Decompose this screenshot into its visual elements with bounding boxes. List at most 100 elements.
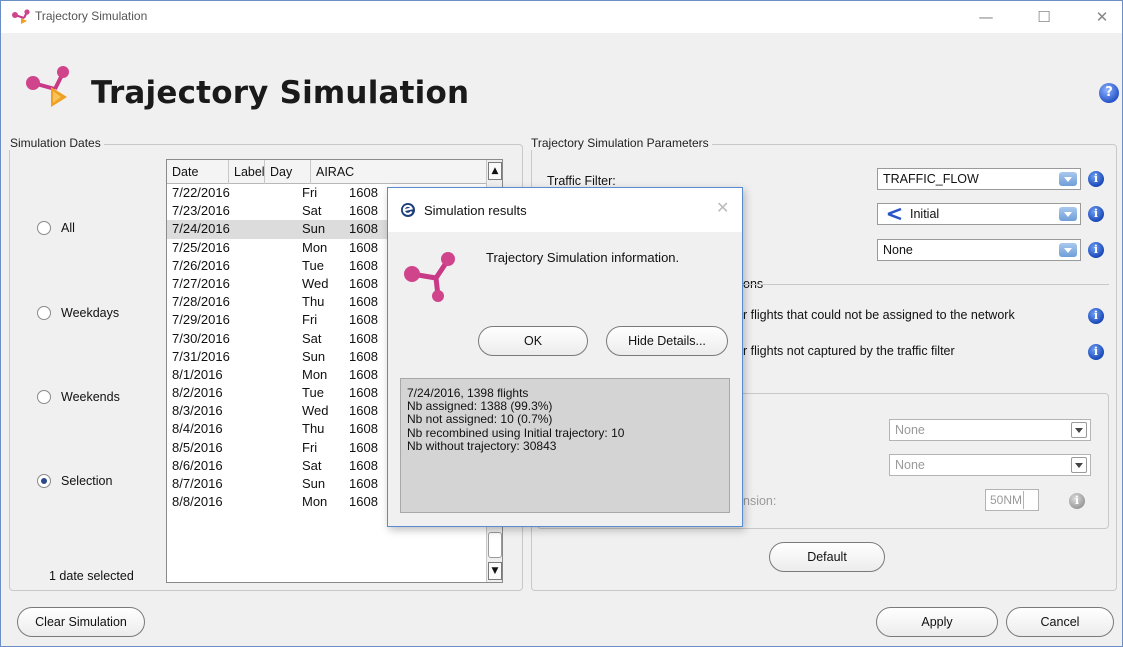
trajectory-icon: [887, 207, 902, 221]
radio-all-button[interactable]: [37, 221, 51, 235]
chevron-down-icon[interactable]: [1059, 243, 1077, 257]
table-cell-airac: 1608: [349, 221, 378, 237]
dimension-spinner[interactable]: 50NM: [985, 489, 1039, 511]
details-line: Nb not assigned: 10 (0.7%): [407, 412, 553, 427]
column-header-label[interactable]: Label: [229, 160, 265, 184]
ok-button[interactable]: OK: [478, 326, 588, 356]
table-cell-date: 8/3/2016: [172, 403, 223, 419]
table-cell-date: 8/2/2016: [172, 385, 223, 401]
radio-all[interactable]: All: [37, 219, 75, 237]
details-line: Nb without trajectory: 30843: [407, 438, 557, 453]
table-cell-day: Mon: [302, 366, 328, 382]
table-cell-day: Wed: [302, 275, 329, 291]
table-cell-day: Sat: [302, 457, 322, 473]
table-cell-airac: 1608: [349, 366, 378, 382]
radio-weekdays-button[interactable]: [37, 306, 51, 320]
radio-weekends-label: Weekends: [61, 390, 120, 404]
traffic-filter-select[interactable]: TRAFFIC_FLOW: [877, 168, 1081, 190]
table-cell-airac: 1608: [349, 294, 378, 310]
table-cell-airac: 1608: [349, 421, 378, 437]
table-cell-date: 8/6/2016: [172, 457, 223, 473]
maximize-button[interactable]: ☐: [1021, 5, 1067, 29]
dimension-value: 50NM: [990, 493, 1023, 507]
table-cell-date: 8/1/2016: [172, 366, 223, 382]
scroll-thumb[interactable]: [488, 532, 502, 558]
table-cell-date: 7/27/2016: [172, 275, 230, 291]
radio-selection[interactable]: Selection: [37, 472, 112, 490]
table-cell-airac: 1608: [349, 457, 378, 473]
third-parameter-select[interactable]: None: [877, 239, 1081, 261]
info-icon[interactable]: i: [1088, 206, 1104, 222]
table-cell-day: Mon: [302, 494, 328, 510]
scroll-down-icon[interactable]: ▼: [488, 562, 502, 580]
column-header-date[interactable]: Date: [167, 160, 229, 184]
table-cell-day: Thu: [302, 294, 325, 310]
table-cell-airac: 1608: [349, 476, 378, 491]
hide-details-button[interactable]: Hide Details...: [606, 326, 728, 356]
disabled-select-2[interactable]: None: [889, 454, 1091, 476]
dialog-title-bar[interactable]: Simulation results ✕: [388, 188, 742, 232]
table-cell-day: Fri: [302, 312, 318, 328]
options-divider: [743, 284, 1109, 285]
table-cell-airac: 1608: [349, 312, 378, 328]
column-header-day[interactable]: Day: [265, 160, 311, 184]
info-icon[interactable]: i: [1088, 308, 1104, 324]
table-cell-date: 7/31/2016: [172, 348, 230, 364]
table-cell-date: 8/8/2016: [172, 494, 223, 510]
table-header: Date Label Day AIRAC: [167, 160, 487, 184]
unassigned-flights-option[interactable]: r flights that could not be assigned to …: [743, 308, 1015, 322]
disabled-select-2-value: None: [895, 458, 925, 472]
trajectory-type-select[interactable]: Initial: [877, 203, 1081, 225]
scroll-up-icon[interactable]: ▲: [488, 162, 502, 180]
details-panel: 7/24/2016, 1398 flights Nb assigned: 138…: [400, 378, 730, 513]
dimension-label: nsion:: [743, 494, 777, 508]
dialog-message: Trajectory Simulation information.: [486, 250, 680, 265]
simulation-results-dialog: Simulation results ✕ Trajectory Simulati…: [387, 187, 743, 527]
help-icon[interactable]: ?: [1099, 83, 1119, 103]
table-cell-airac: 1608: [349, 257, 378, 273]
table-cell-date: 7/28/2016: [172, 294, 230, 310]
table-cell-date: 7/25/2016: [172, 239, 230, 255]
title-bar: Trajectory Simulation — ☐ ✕: [1, 1, 1122, 33]
dialog-close-icon[interactable]: ✕: [716, 198, 729, 217]
table-cell-airac: 1608: [349, 348, 378, 364]
chevron-down-icon[interactable]: [1059, 207, 1077, 221]
chevron-down-icon[interactable]: [1071, 457, 1087, 473]
info-icon[interactable]: i: [1088, 171, 1104, 187]
radio-weekdays[interactable]: Weekdays: [37, 304, 119, 322]
info-icon[interactable]: i: [1069, 493, 1085, 509]
radio-weekends-button[interactable]: [37, 390, 51, 404]
uncaptured-flights-option[interactable]: r flights not captured by the traffic fi…: [743, 344, 955, 358]
table-cell-date: 7/29/2016: [172, 312, 230, 328]
info-icon[interactable]: i: [1088, 344, 1104, 360]
table-cell-day: Sun: [302, 221, 326, 237]
table-cell-date: 7/24/2016: [172, 221, 230, 237]
e-logo-icon: [401, 203, 415, 217]
clear-simulation-button[interactable]: Clear Simulation: [17, 607, 145, 637]
radio-weekdays-label: Weekdays: [61, 306, 120, 320]
spinner-arrows-icon[interactable]: [1023, 491, 1037, 509]
table-cell-day: Fri: [302, 439, 318, 455]
apply-button[interactable]: Apply: [876, 607, 998, 637]
table-cell-day: Thu: [302, 421, 325, 437]
close-button[interactable]: ✕: [1079, 5, 1123, 29]
chevron-down-icon[interactable]: [1071, 422, 1087, 438]
column-header-airac[interactable]: AIRAC: [311, 160, 487, 184]
radio-weekends[interactable]: Weekends: [37, 388, 120, 406]
traffic-filter-label: Traffic Filter:: [547, 174, 616, 188]
disabled-select-1[interactable]: None: [889, 419, 1091, 441]
minimize-button[interactable]: —: [963, 5, 1009, 29]
table-cell-airac: 1608: [349, 185, 378, 200]
default-button[interactable]: Default: [769, 542, 885, 572]
third-parameter-value: None: [883, 243, 913, 257]
chevron-down-icon[interactable]: [1059, 172, 1077, 186]
table-cell-day: Sun: [302, 476, 326, 491]
cancel-button[interactable]: Cancel: [1006, 607, 1114, 637]
radio-selection-label: Selection: [61, 474, 113, 488]
info-icon[interactable]: i: [1088, 242, 1104, 258]
table-cell-day: Sat: [302, 330, 322, 346]
trajectory-logo-icon: [26, 66, 69, 107]
traffic-filter-value: TRAFFIC_FLOW: [883, 172, 979, 186]
trajectory-simulation-window: Trajectory Simulation — ☐ ✕ Trajectory S…: [0, 0, 1123, 647]
radio-selection-button[interactable]: [37, 474, 51, 488]
